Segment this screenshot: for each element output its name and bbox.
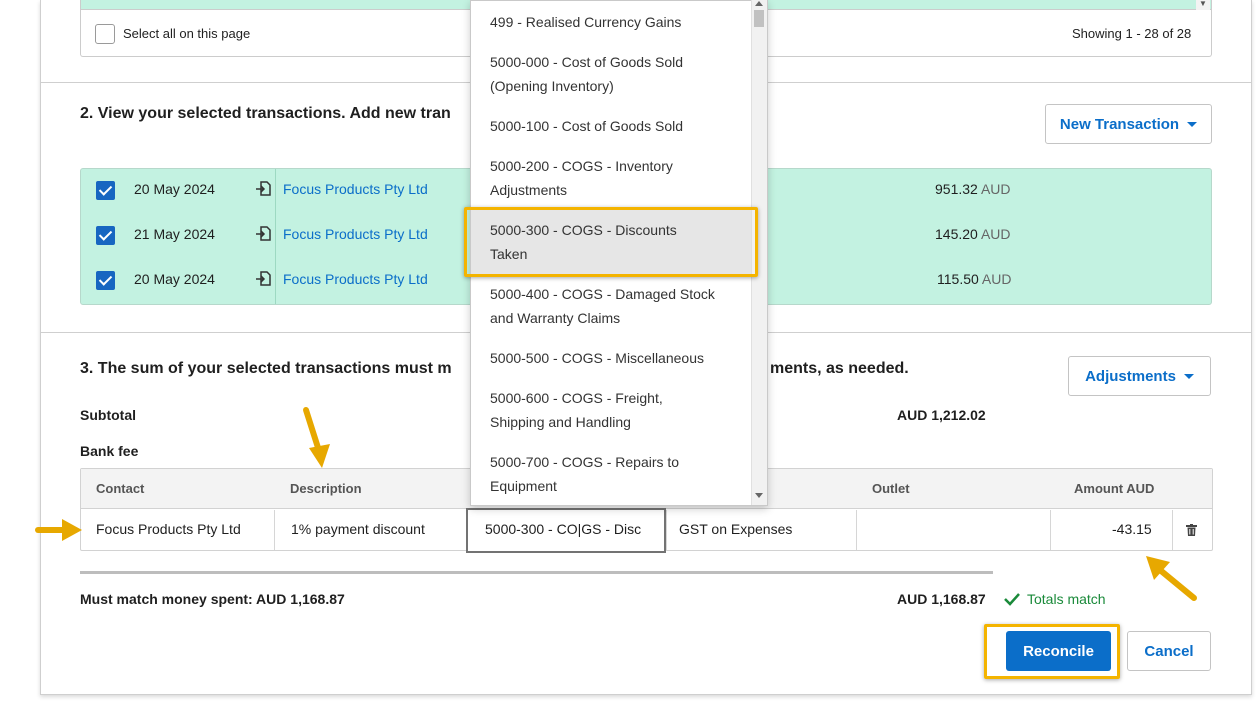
showing-count: Showing 1 - 28 of 28 [1072,26,1192,41]
annotation-arrow-icon [1146,556,1197,601]
dropdown-item[interactable]: 5000-600 - COGS - Freight, Shipping and H… [490,386,740,434]
cell-divider [1172,510,1173,550]
total-rule [80,571,993,574]
row-amount: 145.20 AUD [935,226,1011,242]
row-contact-link[interactable]: Focus Products Pty Ltd [283,181,428,197]
list-scroll-down-icon[interactable]: ▼ [1196,0,1210,10]
select-all-checkbox[interactable] [95,24,115,44]
section3-heading: 3. The sum of your selected transactions… [80,360,452,377]
dropdown-item[interactable]: 5000-400 - COGS - Damaged Stock and Warra… [490,282,740,330]
dropdown-item[interactable]: 5000-100 - Cost of Goods Sold [490,114,740,138]
header-description: Description [290,481,362,496]
must-match-label: Must match money spent: AUD 1,168.87 [80,591,345,607]
annotation-arrow-icon [303,407,330,468]
row-checkbox[interactable] [96,226,115,245]
checkmark-icon [1004,593,1020,606]
annotation-arrow-icon [35,519,82,541]
header-amount: Amount AUD [1074,481,1155,496]
row-amount: 951.32 AUD [935,181,1011,197]
cancel-label: Cancel [1144,642,1194,660]
header-contact: Contact [96,481,145,496]
dropdown-item[interactable]: 5000-200 - COGS - Inventory Adjustments [490,154,740,202]
select-all-label: Select all on this page [123,26,251,41]
dropdown-item[interactable]: 5000-700 - COGS - Repairs to Equipment [490,450,740,498]
row-contact-link[interactable]: Focus Products Pty Ltd [283,271,428,287]
document-link-icon [256,226,271,241]
cell-divider [666,510,667,550]
row-amount: 115.50 AUD [937,271,1012,287]
cell-divider [274,510,275,550]
new-transaction-label: New Transaction [1059,115,1180,133]
selected-item-highlight [464,207,758,277]
totals-match-label: Totals match [1027,591,1106,607]
row-date: 20 May 2024 [134,271,215,287]
row-contact-link[interactable]: Focus Products Pty Ltd [283,226,428,242]
row-date: 21 May 2024 [134,226,215,242]
reconcile-highlight [984,624,1120,679]
cell-divider [856,510,857,550]
dropdown-item[interactable]: 499 - Realised Currency Gains [490,10,740,34]
dropdown-scroll-thumb[interactable] [754,10,764,27]
subtotal-value: AUD 1,212.02 [897,407,986,423]
section3-heading-tail: ments, as needed. [770,360,909,377]
adjustments-label: Adjustments [1085,367,1176,385]
scroll-up-icon[interactable] [754,0,764,7]
contact-field[interactable]: Focus Products Pty Ltd [96,521,241,537]
bank-fee-label: Bank fee [80,443,139,459]
amount-field[interactable]: -43.15 [1112,521,1152,537]
document-link-icon [256,181,271,196]
trash-icon[interactable] [1186,524,1197,536]
dropdown-item[interactable]: 5000-500 - COGS - Miscellaneous [490,346,740,370]
caret-down-icon [1187,121,1198,127]
scroll-down-icon[interactable] [755,493,763,499]
column-divider [275,169,276,304]
tax-rate-field[interactable]: GST on Expenses [679,521,792,537]
account-input-value: 5000-300 - CO|GS - Disc [485,521,642,537]
total-value: AUD 1,168.87 [897,591,986,607]
row-checkbox[interactable] [96,181,115,200]
dropdown-item[interactable]: 5000-000 - Cost of Goods Sold (Opening In… [490,50,740,98]
header-outlet: Outlet [872,481,910,496]
cell-divider [1050,510,1051,550]
section2-heading: 2. View your selected transactions. Add … [80,105,451,122]
caret-down-icon [1183,373,1194,379]
document-link-icon [256,271,271,286]
description-field[interactable]: 1% payment discount [291,521,425,537]
cancel-button[interactable]: Cancel [1127,631,1211,671]
row-date: 20 May 2024 [134,181,215,197]
row-checkbox[interactable] [96,271,115,290]
new-transaction-button[interactable]: New Transaction [1045,104,1212,144]
adjustments-button[interactable]: Adjustments [1068,356,1211,396]
subtotal-label: Subtotal [80,407,136,423]
